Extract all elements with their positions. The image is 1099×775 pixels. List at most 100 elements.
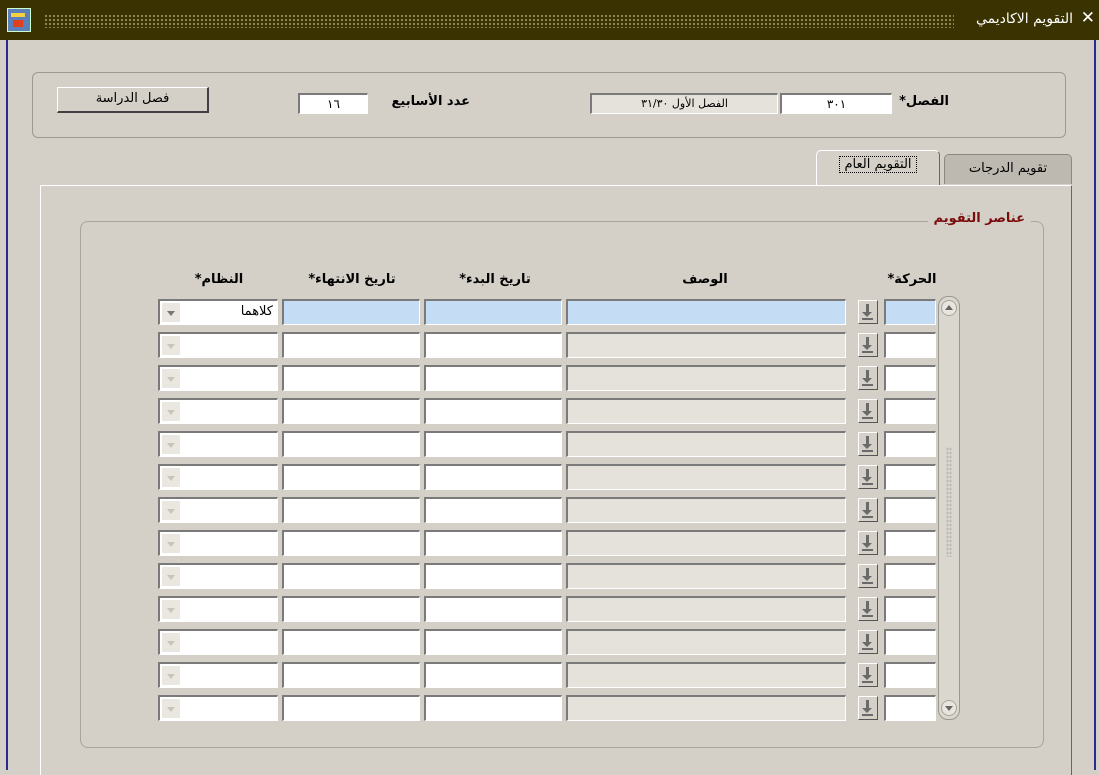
lov-download-icon[interactable]: [858, 531, 878, 555]
system-select[interactable]: [158, 695, 278, 721]
system-select[interactable]: [158, 398, 278, 424]
end-date-cell[interactable]: [282, 332, 420, 358]
tab-general-calendar[interactable]: التقويم العام: [816, 150, 940, 185]
movement-cell[interactable]: [884, 629, 936, 655]
lov-download-icon[interactable]: [858, 333, 878, 357]
system-select[interactable]: [158, 596, 278, 622]
end-date-cell[interactable]: [282, 398, 420, 424]
end-date-cell[interactable]: [282, 596, 420, 622]
scroll-up-icon[interactable]: [941, 300, 957, 316]
app-icon[interactable]: [7, 8, 31, 32]
system-select[interactable]: [158, 563, 278, 589]
movement-cell[interactable]: [884, 431, 936, 457]
lov-download-icon[interactable]: [858, 366, 878, 390]
end-date-cell[interactable]: [282, 464, 420, 490]
description-cell: [566, 464, 846, 490]
system-select[interactable]: [158, 365, 278, 391]
chevron-down-icon[interactable]: [162, 666, 180, 685]
start-date-cell[interactable]: [424, 497, 562, 523]
movement-cell[interactable]: [884, 464, 936, 490]
chevron-down-icon[interactable]: [162, 633, 180, 652]
movement-cell[interactable]: [884, 365, 936, 391]
lov-download-icon[interactable]: [858, 300, 878, 324]
chevron-down-icon[interactable]: [162, 600, 180, 619]
vertical-scrollbar[interactable]: [938, 296, 960, 720]
lov-bar: [862, 582, 873, 584]
lov-download-icon[interactable]: [858, 432, 878, 456]
system-select[interactable]: [158, 629, 278, 655]
end-date-cell[interactable]: [282, 629, 420, 655]
lov-download-icon[interactable]: [858, 630, 878, 654]
chevron-down-icon[interactable]: [162, 435, 180, 454]
col-header-end-date: تاريخ الانتهاء*: [308, 272, 396, 287]
end-date-cell[interactable]: [282, 431, 420, 457]
chevron-down-icon[interactable]: [162, 534, 180, 553]
description-cell[interactable]: [566, 299, 846, 325]
start-date-cell[interactable]: [424, 464, 562, 490]
start-date-cell[interactable]: [424, 398, 562, 424]
description-cell: [566, 497, 846, 523]
lov-download-icon[interactable]: [858, 663, 878, 687]
chevron-down-icon[interactable]: [162, 402, 180, 421]
chevron-down-icon[interactable]: [162, 699, 180, 718]
start-date-cell[interactable]: [424, 365, 562, 391]
start-date-cell[interactable]: [424, 530, 562, 556]
tab-grades-calendar[interactable]: تقويم الدرجات: [944, 154, 1072, 184]
end-date-cell[interactable]: [282, 695, 420, 721]
description-cell: [566, 530, 846, 556]
system-select[interactable]: [158, 497, 278, 523]
movement-cell[interactable]: [884, 530, 936, 556]
end-date-cell[interactable]: [282, 299, 420, 325]
lov-download-icon[interactable]: [858, 399, 878, 423]
chevron-down-icon[interactable]: [162, 369, 180, 388]
chevron-down-icon[interactable]: [162, 336, 180, 355]
movement-cell[interactable]: [884, 332, 936, 358]
system-select[interactable]: [158, 332, 278, 358]
system-select[interactable]: [158, 464, 278, 490]
lov-download-icon[interactable]: [858, 597, 878, 621]
system-select[interactable]: [158, 530, 278, 556]
weeks-field[interactable]: ١٦: [298, 93, 368, 114]
movement-cell[interactable]: [884, 563, 936, 589]
movement-cell[interactable]: [884, 596, 936, 622]
study-semester-button[interactable]: فصل الدراسة: [57, 87, 209, 113]
start-date-cell[interactable]: [424, 431, 562, 457]
movement-cell[interactable]: [884, 695, 936, 721]
start-date-cell[interactable]: [424, 662, 562, 688]
semester-code-field[interactable]: ٣٠١: [780, 93, 892, 114]
description-cell: [566, 563, 846, 589]
movement-cell[interactable]: [884, 398, 936, 424]
end-date-cell[interactable]: [282, 530, 420, 556]
start-date-cell[interactable]: [424, 596, 562, 622]
close-icon[interactable]: ✕: [1081, 8, 1095, 28]
end-date-cell[interactable]: [282, 497, 420, 523]
start-date-cell[interactable]: [424, 563, 562, 589]
start-date-cell[interactable]: [424, 695, 562, 721]
movement-cell[interactable]: [884, 497, 936, 523]
lov-download-icon[interactable]: [858, 498, 878, 522]
end-date-cell[interactable]: [282, 662, 420, 688]
system-select[interactable]: [158, 431, 278, 457]
system-select-value: كلاهما: [240, 304, 273, 319]
movement-cell[interactable]: [884, 662, 936, 688]
lov-download-icon[interactable]: [858, 564, 878, 588]
window-title: التقويم الاكاديمي: [975, 11, 1073, 27]
system-select[interactable]: [158, 662, 278, 688]
start-date-cell[interactable]: [424, 299, 562, 325]
chevron-down-icon[interactable]: [162, 468, 180, 487]
scroll-grip: [946, 447, 952, 557]
scroll-down-icon[interactable]: [941, 700, 957, 716]
chevron-down-icon[interactable]: [162, 567, 180, 586]
lov-bar: [862, 648, 873, 650]
movement-cell[interactable]: [884, 299, 936, 325]
lov-download-icon[interactable]: [858, 696, 878, 720]
lov-download-icon[interactable]: [858, 465, 878, 489]
chevron-down-icon[interactable]: [162, 303, 180, 322]
chevron-down-icon[interactable]: [162, 501, 180, 520]
start-date-cell[interactable]: [424, 629, 562, 655]
start-date-cell[interactable]: [424, 332, 562, 358]
lov-bar: [862, 318, 873, 320]
end-date-cell[interactable]: [282, 365, 420, 391]
system-select[interactable]: كلاهما: [158, 299, 278, 325]
end-date-cell[interactable]: [282, 563, 420, 589]
